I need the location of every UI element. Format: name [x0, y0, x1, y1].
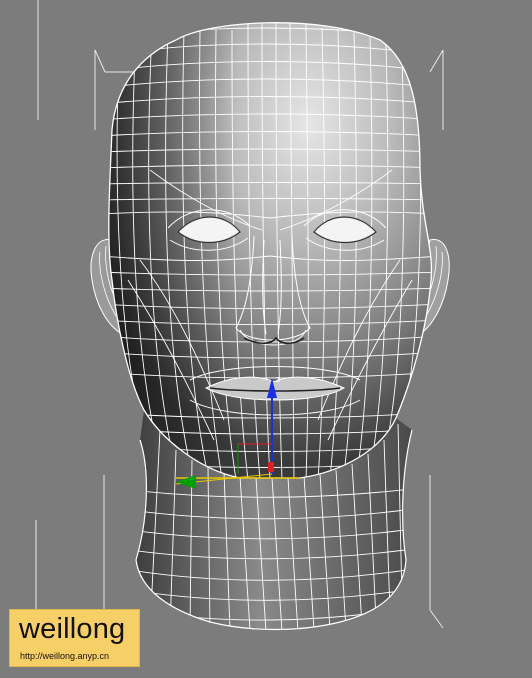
- 3d-viewport[interactable]: z weillong http://weillong.anyp.cn: [0, 0, 532, 678]
- gizmo-z-label-icon: z: [276, 374, 281, 384]
- head-mesh[interactable]: [100, 20, 440, 480]
- watermark-url: http://weillong.anyp.cn: [20, 651, 110, 661]
- watermark-brand: weillong: [19, 613, 126, 645]
- watermark-logo: weillong http://weillong.anyp.cn: [9, 609, 140, 667]
- gizmo-pivot-icon[interactable]: [268, 462, 274, 472]
